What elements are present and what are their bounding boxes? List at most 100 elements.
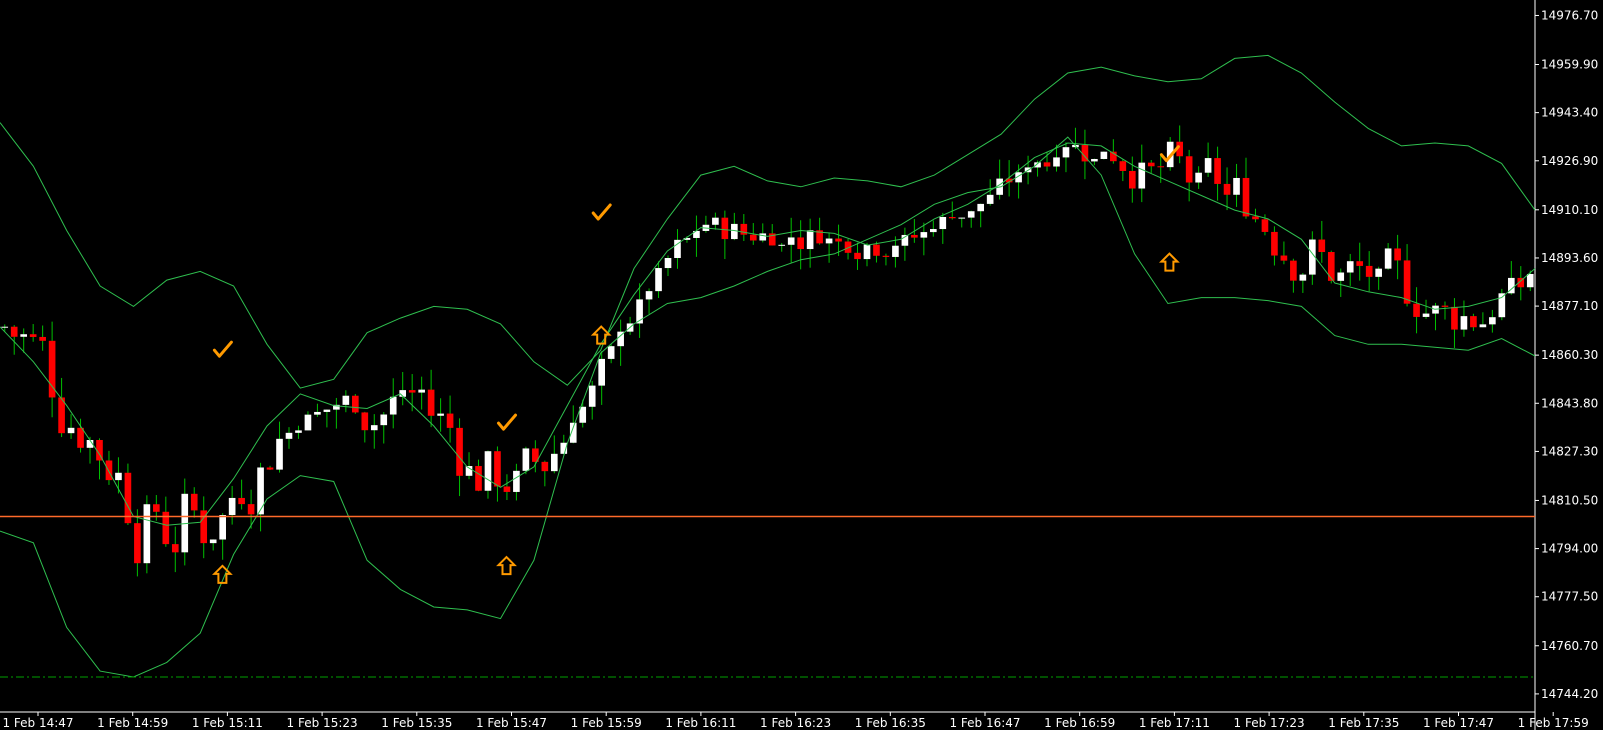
candle-body	[1365, 265, 1373, 277]
x-tick-label: 1 Feb 15:35	[381, 716, 452, 730]
candle-body	[115, 472, 122, 481]
y-tick-label: 14794.00	[1541, 542, 1598, 556]
candle-body	[541, 461, 549, 472]
candle-body	[352, 395, 359, 413]
candle-body	[522, 448, 530, 471]
y-tick-label: 14827.30	[1541, 444, 1598, 458]
candle-body	[209, 539, 217, 544]
candle-body	[437, 413, 444, 416]
y-tick-label: 14744.20	[1541, 687, 1598, 701]
candle-body	[1128, 170, 1136, 189]
candle-body	[1119, 161, 1127, 171]
candle-body	[304, 414, 312, 431]
candle-body	[1441, 305, 1449, 307]
y-tick-label: 14810.50	[1541, 493, 1598, 507]
candles-layer	[1, 125, 1534, 577]
y-tick-label: 14760.70	[1541, 639, 1598, 653]
x-tick-label: 1 Feb 14:47	[2, 716, 73, 730]
candle-body	[77, 427, 84, 448]
candle-body	[276, 438, 283, 470]
candle-body	[1, 326, 9, 328]
candle-body	[825, 238, 833, 244]
candle-body	[645, 291, 653, 300]
candle-body	[1053, 157, 1060, 167]
candle-body	[1062, 147, 1070, 158]
candle-body	[787, 237, 795, 245]
candle-body	[456, 427, 463, 476]
x-tick-label: 1 Feb 16:59	[1044, 716, 1115, 730]
candle-body	[247, 504, 255, 515]
bollinger-bands	[0, 54, 1536, 678]
candle-body	[1422, 313, 1430, 317]
candle-body	[797, 237, 804, 250]
x-tick-label: 1 Feb 14:59	[97, 716, 168, 730]
candle-body	[1280, 255, 1288, 261]
candle-body	[1299, 274, 1307, 281]
y-tick-label: 14893.60	[1541, 251, 1598, 265]
candle-body	[1451, 306, 1458, 330]
candle-body	[1384, 248, 1392, 269]
candle-body	[1242, 177, 1250, 217]
y-tick-label: 14860.30	[1541, 348, 1598, 362]
candle-body	[911, 234, 918, 238]
candle-body	[712, 217, 719, 225]
x-tick-label: 1 Feb 17:59	[1518, 716, 1589, 730]
x-tick-label: 1 Feb 17:11	[1139, 716, 1210, 730]
candle-body	[958, 217, 966, 219]
candle-body	[1204, 158, 1212, 173]
candle-body	[873, 244, 880, 256]
candle-body	[930, 229, 937, 233]
candle-body	[285, 432, 293, 439]
candle-body	[389, 396, 397, 415]
candle-body	[778, 244, 786, 246]
candle-body	[1375, 268, 1382, 277]
candle-body	[977, 203, 985, 212]
x-tick-label: 1 Feb 15:59	[571, 716, 642, 730]
candle-body	[731, 223, 738, 240]
up-arrow-icon	[590, 325, 612, 345]
candle-body	[446, 413, 454, 428]
candle-body	[1147, 162, 1155, 167]
candle-body	[1403, 260, 1411, 304]
candle-body	[1413, 303, 1420, 317]
candle-body	[1271, 231, 1278, 256]
time-axis: 1 Feb 14:47 1 Feb 14:59 1 Feb 15:11 1 Feb 1…	[2, 712, 1589, 730]
candle-body	[1091, 158, 1098, 162]
candle-body	[986, 194, 994, 204]
candle-body	[342, 395, 350, 405]
candle-body	[835, 238, 842, 242]
candle-body	[39, 336, 46, 341]
candle-body	[721, 217, 729, 240]
checkmark-icon	[497, 413, 517, 431]
candle-body	[1138, 162, 1146, 189]
candle-body	[105, 460, 113, 481]
candle-body	[882, 255, 890, 257]
candle-body	[1233, 177, 1240, 195]
candle-body	[143, 504, 151, 564]
candle-body	[607, 346, 615, 359]
candle-body	[967, 211, 975, 218]
candle-body	[58, 397, 65, 434]
candle-body	[171, 544, 179, 553]
candle-body	[664, 257, 672, 269]
band-upper	[0, 54, 1536, 389]
candle-body	[806, 230, 814, 250]
candle-body	[484, 451, 492, 491]
candle-body	[1252, 216, 1259, 220]
candle-body	[636, 299, 643, 324]
candle-body	[503, 486, 511, 492]
band-lower	[0, 136, 1536, 678]
y-tick-label: 14777.50	[1541, 590, 1598, 604]
up-arrow-icon	[496, 555, 517, 576]
candle-body	[1043, 162, 1051, 167]
price-chart[interactable]: 14976.70 14959.90 14943.40 14926.90 14910.10…	[0, 0, 1603, 730]
x-tick-label: 1 Feb 16:23	[760, 716, 831, 730]
candle-body	[749, 234, 757, 241]
candle-body	[854, 252, 861, 260]
candle-body	[1195, 172, 1202, 183]
candle-body	[1318, 239, 1326, 253]
candle-body	[920, 232, 928, 238]
price-axis: 14976.70 14959.90 14943.40 14926.90 14910.10…	[1535, 8, 1598, 701]
candle-body	[323, 409, 331, 412]
candle-body	[67, 427, 75, 434]
